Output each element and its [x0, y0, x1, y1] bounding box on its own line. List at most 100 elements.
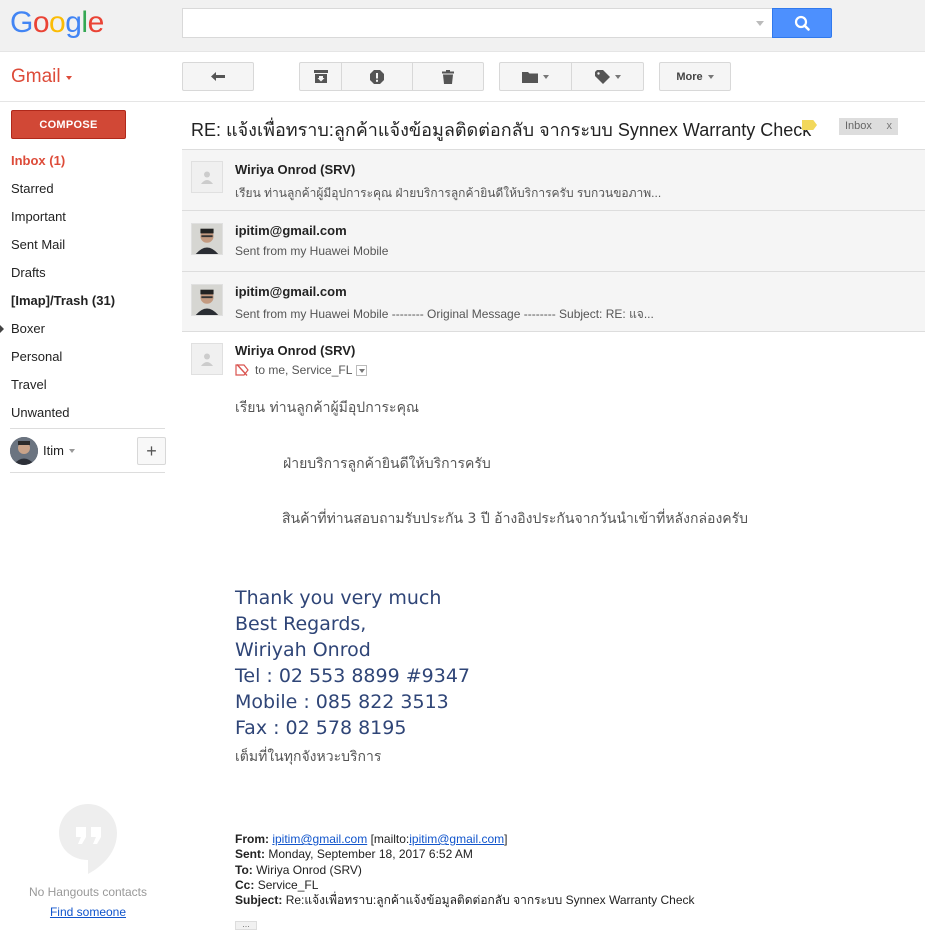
label-tag-icon: [594, 69, 610, 84]
recipients-line: to me, Service_FL: [235, 363, 368, 377]
sidebar-item-personal[interactable]: Personal: [0, 343, 182, 371]
search-button[interactable]: [772, 8, 832, 38]
signature-tagline: เต็มที่ในทุกจังหวะบริการ: [235, 749, 382, 765]
quoted-cc-label: Cc:: [235, 877, 255, 892]
signature-thanks: Thank you very much: [235, 587, 442, 609]
not-important-marker-icon[interactable]: [235, 364, 249, 376]
search-input[interactable]: [182, 8, 772, 38]
sidebar-item-sent-mail[interactable]: Sent Mail: [0, 231, 182, 259]
mailto-prefix: [mailto:: [370, 832, 410, 846]
sidebar-item-starred[interactable]: Starred: [0, 175, 182, 203]
message-snippet: Sent from my Huawei Mobile: [235, 244, 389, 258]
remove-label-button[interactable]: x: [887, 118, 893, 135]
body-greeting: เรียน ท่านลูกค้าผู้มีอุปการะคุณ: [235, 400, 419, 416]
hangouts-icon: [59, 804, 117, 874]
avatar: [191, 223, 223, 255]
search-options-chevron-icon[interactable]: [756, 21, 764, 26]
quoted-mailto-link[interactable]: ipitim@gmail.com: [409, 832, 504, 846]
message-snippet: เรียน ท่านลูกค้าผู้มีอุปการะคุณ ฝ่ายบริก…: [235, 186, 662, 200]
body-line: ฝ่ายบริการลูกค้ายินดีให้บริการครับ: [283, 456, 491, 472]
signature-name: Wiriyah Onrod: [235, 639, 371, 661]
quoted-subject-line: Subject: Re:แจ้งเพื่อทราบ:ลูกค้าแจ้งข้อม…: [235, 893, 695, 908]
show-details-chevron-icon[interactable]: [356, 364, 368, 376]
quoted-subject-label: Subject:: [235, 893, 283, 908]
back-to-inbox-button[interactable]: [182, 62, 254, 91]
gmail-app-menu[interactable]: Gmail: [11, 66, 61, 88]
compose-button[interactable]: COMPOSE: [11, 110, 126, 139]
thread-header: RE: แจ้งเพื่อทราบ:ลูกค้าแจ้งข้อมูลติดต่อ…: [182, 102, 925, 149]
move-to-button[interactable]: [499, 62, 572, 91]
avatar: [191, 343, 223, 375]
show-trimmed-content-button[interactable]: ...: [235, 920, 257, 930]
sidebar-nav: Inbox (1) Starred Important Sent Mail Dr…: [0, 147, 182, 427]
quoted-to-line: To: Wiriya Onrod (SRV): [235, 863, 695, 878]
message-collapsed[interactable]: ipitim@gmail.com Sent from my Huawei Mob…: [182, 210, 925, 271]
chevron-down-icon: [614, 74, 621, 79]
importance-marker-icon[interactable]: [802, 120, 817, 130]
new-hangout-button[interactable]: +: [137, 437, 166, 465]
avatar-photo-icon: [192, 285, 222, 315]
sidebar-item-unwanted[interactable]: Unwanted: [0, 399, 182, 427]
signature-tel: Tel : 02 553 8899 #9347: [235, 665, 471, 687]
more-button[interactable]: More: [659, 62, 731, 91]
no-hangouts-contacts-text: No Hangouts contacts: [28, 885, 148, 899]
quoted-from-label: From:: [235, 832, 269, 846]
mailto-suffix: ]: [504, 832, 508, 846]
sidebar: COMPOSE Inbox (1) Starred Important Sent…: [0, 102, 182, 944]
quoted-from-email-link[interactable]: ipitim@gmail.com: [272, 832, 367, 846]
quoted-to-label: To:: [235, 862, 253, 877]
sidebar-item-boxer[interactable]: Boxer: [0, 315, 182, 343]
trash-icon: [442, 69, 454, 84]
quoted-cc-value: Service_FL: [257, 877, 319, 892]
message-sender: ipitim@gmail.com: [235, 284, 347, 299]
sidebar-item-travel[interactable]: Travel: [0, 371, 182, 399]
sidebar-item-inbox[interactable]: Inbox (1): [0, 147, 182, 175]
quoted-from-line: From: ipitim@gmail.com [mailto:ipitim@gm…: [235, 832, 695, 847]
label-chip-inbox[interactable]: Inbox x: [839, 118, 898, 135]
quoted-sent-line: Sent: Monday, September 18, 2017 6:52 AM: [235, 847, 695, 862]
quoted-to-value: Wiriya Onrod (SRV): [256, 862, 362, 877]
message-header-open: Wiriya Onrod (SRV) to me, Service_FL: [182, 332, 925, 382]
spam-icon: [370, 69, 384, 84]
avatar-photo-icon: [192, 224, 222, 254]
sidebar-item-drafts[interactable]: Drafts: [0, 259, 182, 287]
action-bar: Gmail More: [0, 52, 925, 102]
signature-regards: Best Regards,: [235, 613, 367, 635]
google-logo[interactable]: Google: [10, 6, 104, 40]
chevron-down-icon: [543, 74, 549, 79]
avatar[interactable]: [10, 437, 38, 465]
avatar: [191, 284, 223, 316]
message-sender: Wiriya Onrod (SRV): [235, 162, 356, 177]
body-line: สินค้าที่ท่านสอบถามรับประกัน 3 ปี อ้างอิ…: [282, 511, 749, 527]
report-spam-button[interactable]: [341, 62, 413, 91]
divider: [10, 428, 165, 429]
message-sender: ipitim@gmail.com: [235, 223, 347, 238]
message-sender: Wiriya Onrod (SRV): [235, 343, 356, 358]
labels-button[interactable]: [571, 62, 644, 91]
message-collapsed[interactable]: ipitim@gmail.com Sent from my Huawei Mob…: [182, 271, 925, 332]
sidebar-item-imap-trash[interactable]: [Imap]/Trash (31): [0, 287, 182, 315]
find-someone-link[interactable]: Find someone: [50, 905, 126, 919]
folder-icon: [522, 71, 538, 83]
quoted-subject-value: Re:แจ้งเพื่อทราบ:ลูกค้าแจ้งข้อมูลติดต่อก…: [285, 893, 695, 908]
avatar-photo-icon: [10, 437, 38, 465]
delete-button[interactable]: [412, 62, 484, 91]
quoted-cc-line: Cc: Service_FL: [235, 878, 695, 893]
signature-mobile: Mobile : 085 822 3513: [235, 691, 449, 713]
more-button-label: More: [676, 70, 703, 83]
expand-arrow-icon[interactable]: [0, 325, 4, 333]
chevron-down-icon[interactable]: [69, 449, 75, 453]
sidebar-item-important[interactable]: Important: [0, 203, 182, 231]
user-name[interactable]: Itim: [43, 443, 64, 458]
label-chip-text: Inbox: [845, 120, 872, 132]
archive-icon: [313, 70, 328, 83]
search-icon: [794, 15, 810, 31]
archive-button[interactable]: [299, 62, 342, 91]
quoted-sent-value: Monday, September 18, 2017 6:52 AM: [268, 847, 473, 862]
hangouts-empty-state: No Hangouts contacts Find someone: [0, 802, 176, 921]
default-avatar-icon: [201, 353, 213, 366]
chevron-down-icon: [66, 76, 72, 80]
default-avatar-icon: [201, 171, 213, 184]
message-collapsed[interactable]: Wiriya Onrod (SRV) เรียน ท่านลูกค้าผู้มี…: [182, 149, 925, 210]
message-snippet: Sent from my Huawei Mobile -------- Orig…: [235, 307, 654, 321]
